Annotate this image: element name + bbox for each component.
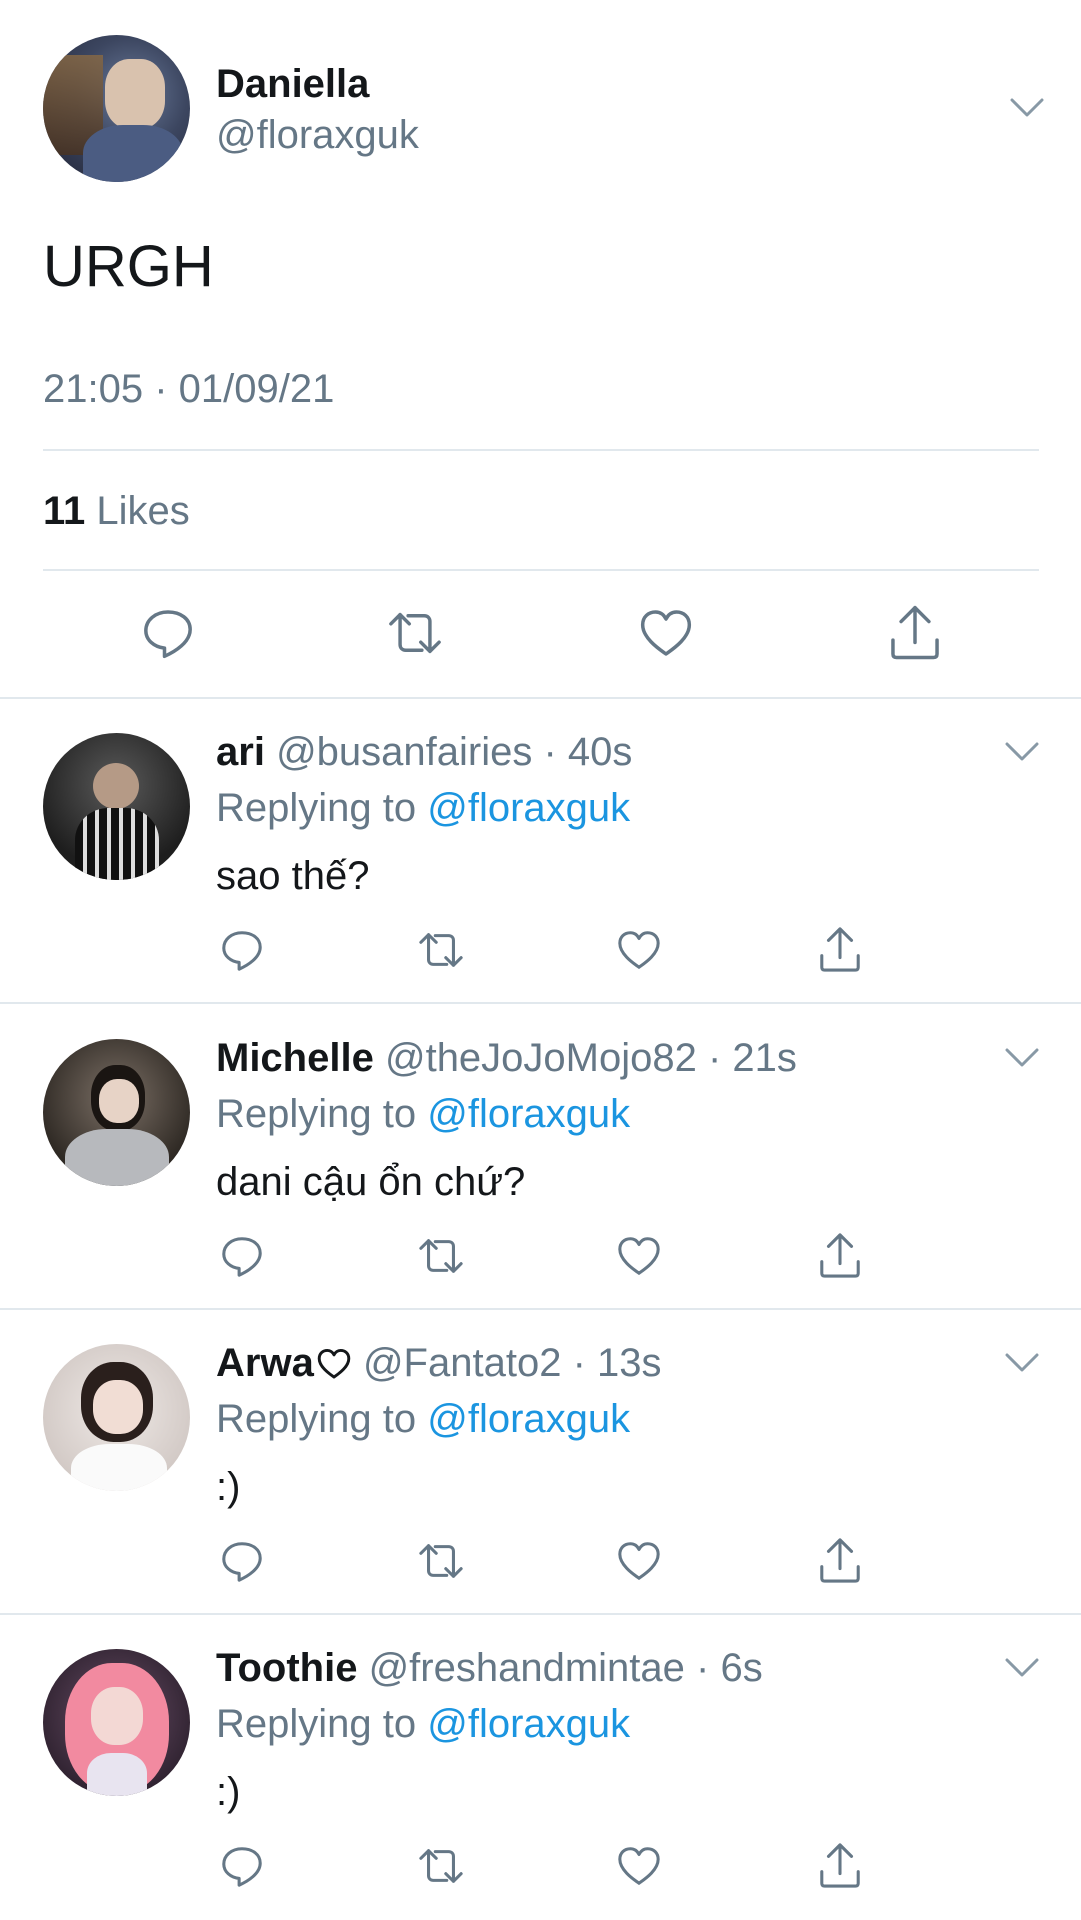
likes-stat[interactable]: 11 Likes (43, 489, 190, 534)
replying-to-handle[interactable]: @floraxguk (427, 1092, 630, 1136)
replying-to: Replying to @floraxguk (216, 1702, 630, 1747)
reply-header: Arwa @Fantato2 · 13s (216, 1341, 662, 1390)
reply-author-name[interactable]: Arwa (216, 1341, 314, 1385)
divider (0, 1613, 1081, 1615)
reply-author-handle[interactable]: @theJoJoMojo82 (385, 1036, 697, 1080)
reply-author-handle[interactable]: @Fantato2 (363, 1341, 562, 1385)
retweet-icon[interactable] (415, 1233, 467, 1279)
chevron-down-icon[interactable] (1005, 741, 1039, 763)
tweet-text: URGH (43, 234, 214, 299)
author-name[interactable]: Daniella (216, 62, 369, 107)
reply-time[interactable]: · 6s (696, 1646, 763, 1690)
reply-text: dani cậu ổn chứ? (216, 1160, 526, 1204)
share-icon[interactable] (817, 1230, 863, 1280)
heart-emoji-icon (316, 1345, 352, 1390)
reply-author-name[interactable]: Toothie (216, 1646, 357, 1690)
replying-to-label: Replying to (216, 1702, 417, 1746)
chevron-down-icon[interactable] (1010, 97, 1044, 119)
reply-author-name[interactable]: ari (216, 730, 265, 774)
replying-to-handle[interactable]: @floraxguk (427, 1702, 630, 1746)
reply-author-handle[interactable]: @freshandmintae (369, 1646, 685, 1690)
like-icon[interactable] (638, 605, 694, 661)
replying-to-label: Replying to (216, 786, 417, 830)
divider (0, 1002, 1081, 1004)
like-icon[interactable] (616, 927, 662, 973)
reply-icon[interactable] (140, 605, 196, 661)
divider (0, 697, 1081, 699)
tweet-timestamp[interactable]: 21:05 · 01/09/21 (43, 367, 334, 412)
likes-label: Likes (96, 489, 190, 533)
reply-text: sao thế? (216, 854, 370, 898)
retweet-icon[interactable] (415, 1843, 467, 1889)
reply-icon[interactable] (219, 1843, 265, 1889)
replying-to-label: Replying to (216, 1397, 417, 1441)
like-icon[interactable] (616, 1233, 662, 1279)
retweet-icon[interactable] (415, 927, 467, 973)
reply-text: :) (216, 1770, 241, 1814)
reply-time[interactable]: · 13s (573, 1341, 662, 1385)
reply-header: Toothie @freshandmintae · 6s (216, 1646, 763, 1691)
reply-author-name[interactable]: Michelle (216, 1036, 374, 1080)
reply-time[interactable]: · 21s (708, 1036, 797, 1080)
replying-to-label: Replying to (216, 1092, 417, 1136)
avatar[interactable] (43, 1649, 190, 1796)
share-icon[interactable] (817, 924, 863, 974)
avatar[interactable] (43, 1039, 190, 1186)
replying-to: Replying to @floraxguk (216, 1092, 630, 1137)
retweet-icon[interactable] (415, 1538, 467, 1584)
share-icon[interactable] (817, 1840, 863, 1890)
reply-header: Michelle @theJoJoMojo82 · 21s (216, 1036, 797, 1081)
chevron-down-icon[interactable] (1005, 1352, 1039, 1374)
like-icon[interactable] (616, 1843, 662, 1889)
author-handle[interactable]: @floraxguk (216, 113, 419, 158)
chevron-down-icon[interactable] (1005, 1657, 1039, 1679)
reply-icon[interactable] (219, 1233, 265, 1279)
reply-author-handle[interactable]: @busanfairies (276, 730, 532, 774)
share-icon[interactable] (817, 1535, 863, 1585)
divider (43, 449, 1039, 451)
reply-header: ari @busanfairies · 40s (216, 730, 632, 775)
avatar-daniella[interactable] (43, 35, 190, 182)
avatar[interactable] (43, 1344, 190, 1491)
retweet-icon[interactable] (384, 605, 446, 661)
divider (0, 1308, 1081, 1310)
reply-icon[interactable] (219, 1538, 265, 1584)
reply-icon[interactable] (219, 927, 265, 973)
reply-text: :) (216, 1465, 241, 1509)
replying-to: Replying to @floraxguk (216, 1397, 630, 1442)
avatar[interactable] (43, 733, 190, 880)
chevron-down-icon[interactable] (1005, 1047, 1039, 1069)
share-icon[interactable] (887, 603, 943, 661)
replying-to-handle[interactable]: @floraxguk (427, 786, 630, 830)
reply-time[interactable]: · 40s (543, 730, 632, 774)
divider (43, 569, 1039, 571)
like-icon[interactable] (616, 1538, 662, 1584)
replying-to: Replying to @floraxguk (216, 786, 630, 831)
replying-to-handle[interactable]: @floraxguk (427, 1397, 630, 1441)
likes-count: 11 (43, 489, 86, 533)
